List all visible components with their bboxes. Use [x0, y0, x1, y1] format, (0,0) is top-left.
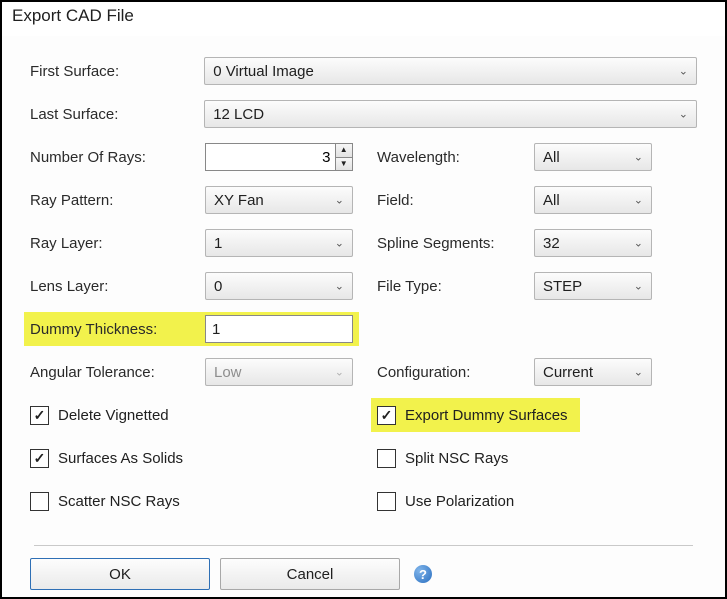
delete-vignetted-label: Delete Vignetted [58, 407, 169, 424]
export-cad-dialog: Export CAD File First Surface: 0 Virtual… [0, 0, 727, 599]
surfaces-as-solids-label: Surfaces As Solids [58, 450, 183, 467]
spinner-up-icon[interactable]: ▲ [336, 144, 353, 158]
angular-tolerance-value: Low [214, 364, 242, 381]
divider [34, 545, 693, 546]
lens-layer-select[interactable]: 0 ⌄ [205, 272, 353, 300]
spline-label: Spline Segments: [377, 235, 534, 252]
field-select[interactable]: All ⌄ [534, 186, 652, 214]
configuration-value: Current [543, 364, 593, 381]
num-rays-label: Number Of Rays: [30, 149, 205, 166]
checkbox-icon [377, 406, 396, 425]
file-type-select[interactable]: STEP ⌄ [534, 272, 652, 300]
num-rays-spinner[interactable]: ▲ ▼ [335, 144, 353, 170]
spline-value: 32 [543, 235, 560, 252]
chevron-down-icon: ⌄ [634, 237, 643, 250]
chevron-down-icon: ⌄ [335, 194, 344, 207]
lens-layer-value: 0 [214, 278, 222, 295]
dialog-title: Export CAD File [2, 2, 725, 36]
ray-layer-label: Ray Layer: [30, 235, 205, 252]
chevron-down-icon: ⌄ [335, 237, 344, 250]
ok-button[interactable]: OK [30, 558, 210, 590]
ray-pattern-value: XY Fan [214, 192, 264, 209]
first-surface-select[interactable]: 0 Virtual Image ⌄ [204, 57, 697, 85]
delete-vignetted-checkbox[interactable]: Delete Vignetted [30, 406, 377, 425]
chevron-down-icon: ⌄ [634, 151, 643, 164]
scatter-nsc-checkbox[interactable]: Scatter NSC Rays [30, 492, 377, 511]
last-surface-select[interactable]: 12 LCD ⌄ [204, 100, 697, 128]
split-nsc-label: Split NSC Rays [405, 450, 508, 467]
export-dummy-label: Export Dummy Surfaces [405, 407, 568, 424]
first-surface-label: First Surface: [30, 63, 204, 80]
dummy-thickness-label: Dummy Thickness: [30, 321, 205, 338]
wavelength-select[interactable]: All ⌄ [534, 143, 652, 171]
chevron-down-icon: ⌄ [335, 280, 344, 293]
last-surface-label: Last Surface: [30, 106, 204, 123]
dialog-footer: OK Cancel ? [2, 558, 725, 599]
help-glyph: ? [419, 567, 427, 582]
scatter-nsc-label: Scatter NSC Rays [58, 493, 180, 510]
checkbox-icon [30, 449, 49, 468]
chevron-down-icon: ⌄ [634, 366, 643, 379]
dummy-thickness-value: 1 [212, 321, 220, 338]
ray-pattern-select[interactable]: XY Fan ⌄ [205, 186, 353, 214]
use-polarization-checkbox[interactable]: Use Polarization [377, 492, 514, 511]
checkbox-icon [377, 492, 396, 511]
dummy-thickness-input[interactable]: 1 [205, 315, 353, 343]
dialog-body: First Surface: 0 Virtual Image ⌄ Last Su… [2, 36, 725, 558]
chevron-down-icon: ⌄ [634, 194, 643, 207]
spline-select[interactable]: 32 ⌄ [534, 229, 652, 257]
spinner-down-icon[interactable]: ▼ [336, 158, 353, 171]
num-rays-input[interactable]: ▲ ▼ [205, 143, 353, 171]
cancel-button[interactable]: Cancel [220, 558, 400, 590]
ray-layer-select[interactable]: 1 ⌄ [205, 229, 353, 257]
wavelength-label: Wavelength: [377, 149, 534, 166]
chevron-down-icon: ⌄ [679, 108, 688, 121]
surfaces-as-solids-checkbox[interactable]: Surfaces As Solids [30, 449, 377, 468]
field-label: Field: [377, 192, 534, 209]
configuration-select[interactable]: Current ⌄ [534, 358, 652, 386]
configuration-label: Configuration: [377, 364, 534, 381]
file-type-label: File Type: [377, 278, 534, 295]
field-value: All [543, 192, 560, 209]
checkbox-icon [30, 492, 49, 511]
ray-layer-value: 1 [214, 235, 222, 252]
ray-pattern-label: Ray Pattern: [30, 192, 205, 209]
help-icon[interactable]: ? [414, 565, 432, 583]
cancel-button-label: Cancel [287, 566, 334, 583]
lens-layer-label: Lens Layer: [30, 278, 205, 295]
checkbox-icon [30, 406, 49, 425]
checkbox-icon [377, 449, 396, 468]
export-dummy-checkbox[interactable]: Export Dummy Surfaces [377, 406, 568, 425]
angular-tolerance-select[interactable]: Low ⌄ [205, 358, 353, 386]
angular-tolerance-label: Angular Tolerance: [30, 364, 205, 381]
last-surface-value: 12 LCD [213, 106, 264, 123]
first-surface-value: 0 Virtual Image [213, 63, 314, 80]
ok-button-label: OK [109, 566, 131, 583]
chevron-down-icon: ⌄ [634, 280, 643, 293]
chevron-down-icon: ⌄ [679, 65, 688, 78]
chevron-down-icon: ⌄ [335, 366, 344, 379]
file-type-value: STEP [543, 278, 582, 295]
num-rays-field[interactable] [206, 149, 335, 166]
split-nsc-checkbox[interactable]: Split NSC Rays [377, 449, 508, 468]
use-polarization-label: Use Polarization [405, 493, 514, 510]
wavelength-value: All [543, 149, 560, 166]
